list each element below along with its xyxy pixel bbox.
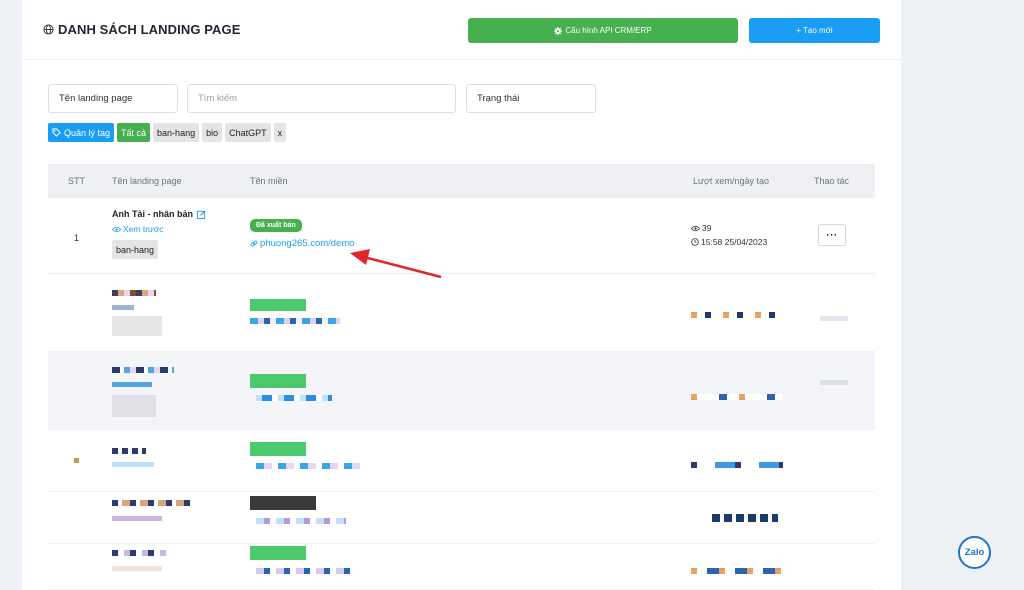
create-new-button[interactable]: + Tạo mới <box>749 18 880 43</box>
col-actions: Thao tác <box>814 176 850 186</box>
col-domain: Tên miền <box>250 176 288 186</box>
tag-filter-all[interactable]: Tất cả <box>117 123 151 142</box>
blurred-row <box>48 274 875 352</box>
eye-icon <box>691 225 700 231</box>
edit-icon[interactable] <box>197 209 206 219</box>
search-input[interactable] <box>198 93 445 104</box>
blurred-row <box>48 430 875 492</box>
row-stt: 1 <box>74 233 80 243</box>
landing-page-table: STT Tên landing page Tên miền Lượt xem/n… <box>48 164 875 590</box>
table-row: 1 Anh Tài - nhân bản Xem trước ban-hang … <box>48 198 875 274</box>
status-filter-field[interactable]: Trạng thái <box>466 84 596 113</box>
page-header: DANH SÁCH LANDING PAGE Cấu hình API CRM/… <box>22 0 901 60</box>
created-date: 15:58 25/04/2023 <box>691 237 767 247</box>
gear-icon <box>554 26 563 35</box>
globe-icon <box>43 24 54 35</box>
tag-filter-bio[interactable]: bio <box>202 123 223 142</box>
table-header: STT Tên landing page Tên miền Lượt xem/n… <box>48 164 875 198</box>
tag-filter-chatgpt[interactable]: ChatGPT <box>225 123 271 142</box>
landing-page-name: Anh Tài - nhân bản <box>112 209 206 219</box>
col-views-date: Lượt xem/ngày tạo <box>693 176 769 186</box>
status-filter-value: Trạng thái <box>477 93 520 104</box>
col-name: Tên landing page <box>112 176 182 186</box>
domain-text: phuong265.com/demo <box>260 238 355 249</box>
create-new-label: + Tạo mới <box>796 26 833 35</box>
name-filter-field[interactable]: Tên landing page <box>48 84 178 113</box>
preview-link[interactable]: Xem trước <box>112 224 164 234</box>
created-date-text: 15:58 25/04/2023 <box>701 237 768 247</box>
view-count: 39 <box>691 223 711 233</box>
landing-page-name-text: Anh Tài - nhân bản <box>112 209 193 219</box>
tag-filter-ban-hang[interactable]: ban-hang <box>153 123 200 142</box>
blurred-row <box>48 544 875 590</box>
link-icon <box>250 240 258 247</box>
search-field[interactable] <box>187 84 456 113</box>
clock-icon <box>691 238 699 246</box>
tag-filter-x[interactable]: x <box>273 123 287 142</box>
blurred-row <box>48 352 875 430</box>
page-title: DANH SÁCH LANDING PAGE <box>43 22 241 37</box>
tag-icon <box>52 128 61 137</box>
status-badge: Đã xuất bản <box>250 219 302 232</box>
blurred-row <box>48 492 875 544</box>
view-count-text: 39 <box>702 223 712 233</box>
more-actions-button[interactable]: ··· <box>818 224 846 246</box>
preview-label: Xem trước <box>123 224 164 234</box>
col-stt: STT <box>68 176 85 186</box>
row-tag: ban-hang <box>112 240 159 259</box>
eye-icon <box>112 226 121 232</box>
manage-tag-label: Quản lý tag <box>64 127 111 138</box>
tag-bar: Quản lý tag Tất cả ban-hang bio ChatGPT … <box>48 123 287 142</box>
zalo-chat-button[interactable]: Zalo <box>958 536 991 569</box>
name-filter-value: Tên landing page <box>59 93 133 104</box>
manage-tag-button[interactable]: Quản lý tag <box>48 123 115 142</box>
api-config-button[interactable]: Cấu hình API CRM/ERP <box>468 18 738 43</box>
main-panel: DANH SÁCH LANDING PAGE Cấu hình API CRM/… <box>22 0 901 590</box>
page-title-text: DANH SÁCH LANDING PAGE <box>58 22 241 37</box>
api-config-label: Cấu hình API CRM/ERP <box>565 26 652 35</box>
domain-link[interactable]: phuong265.com/demo <box>250 238 355 249</box>
